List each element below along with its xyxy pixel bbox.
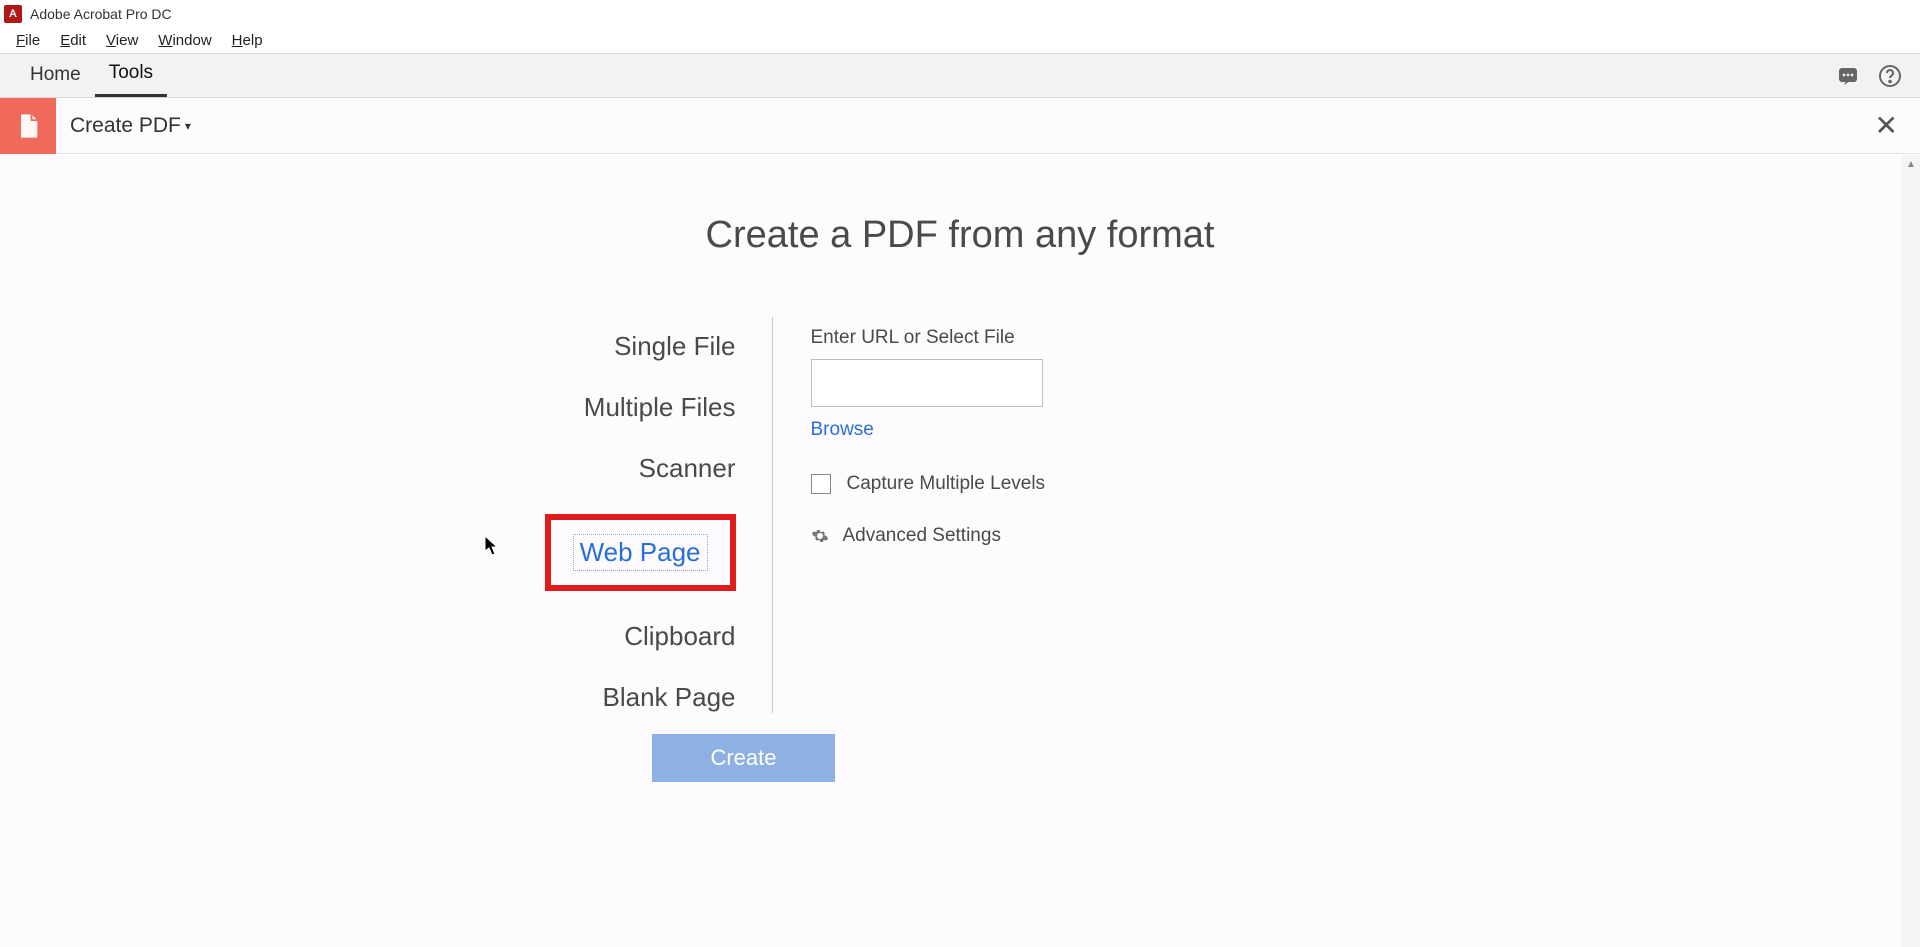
titlebar: A Adobe Acrobat Pro DC <box>0 0 1920 28</box>
create-button[interactable]: Create <box>652 734 835 782</box>
url-input[interactable] <box>811 359 1043 407</box>
app-title: Adobe Acrobat Pro DC <box>30 6 172 22</box>
url-label: Enter URL or Select File <box>811 327 1046 349</box>
menu-window[interactable]: Window <box>148 30 221 51</box>
menubar: File Edit View Window Help <box>0 28 1920 54</box>
vertical-scrollbar[interactable]: ▲ <box>1902 155 1920 947</box>
source-list: Single File Multiple Files Scanner Web P… <box>188 317 773 713</box>
source-scanner[interactable]: Scanner <box>639 453 736 484</box>
chevron-down-icon: ▾ <box>185 119 191 133</box>
source-multiple-files[interactable]: Multiple Files <box>584 392 736 423</box>
menu-file[interactable]: File <box>6 30 50 51</box>
app-icon: A <box>4 5 22 23</box>
capture-levels-checkbox[interactable] <box>811 474 831 494</box>
page-heading: Create a PDF from any format <box>188 214 1733 257</box>
capture-levels-row[interactable]: Capture Multiple Levels <box>811 473 1046 495</box>
help-icon[interactable] <box>1878 64 1902 88</box>
notifications-icon[interactable] <box>1836 64 1860 88</box>
tool-label-text: Create PDF <box>70 114 181 138</box>
menu-edit[interactable]: Edit <box>50 30 96 51</box>
annotation-highlight: Web Page <box>545 514 736 591</box>
tabstrip: Home Tools <box>0 54 1920 98</box>
web-page-form: Enter URL or Select File Browse Capture … <box>773 317 1046 713</box>
tool-header: Create PDF ▾ ✕ <box>0 98 1920 154</box>
source-web-page[interactable]: Web Page <box>573 534 708 571</box>
browse-link[interactable]: Browse <box>811 419 874 441</box>
create-panel: Single File Multiple Files Scanner Web P… <box>188 317 1733 713</box>
source-single-file[interactable]: Single File <box>614 331 735 362</box>
tab-tools[interactable]: Tools <box>95 54 167 97</box>
advanced-settings-row[interactable]: Advanced Settings <box>811 525 1046 547</box>
tab-home[interactable]: Home <box>16 56 95 96</box>
capture-levels-label: Capture Multiple Levels <box>847 473 1046 495</box>
main-content: Create a PDF from any format Single File… <box>0 154 1920 713</box>
tool-dropdown[interactable]: Create PDF ▾ <box>70 114 191 138</box>
source-blank-page[interactable]: Blank Page <box>603 682 736 713</box>
advanced-settings-label: Advanced Settings <box>843 525 1001 547</box>
menu-help[interactable]: Help <box>222 30 273 51</box>
menu-view[interactable]: View <box>96 30 148 51</box>
scroll-up-icon[interactable]: ▲ <box>1902 155 1920 173</box>
create-pdf-icon <box>0 98 56 154</box>
source-clipboard[interactable]: Clipboard <box>624 621 735 652</box>
gear-icon <box>811 527 829 545</box>
close-tool-button[interactable]: ✕ <box>1875 112 1898 140</box>
